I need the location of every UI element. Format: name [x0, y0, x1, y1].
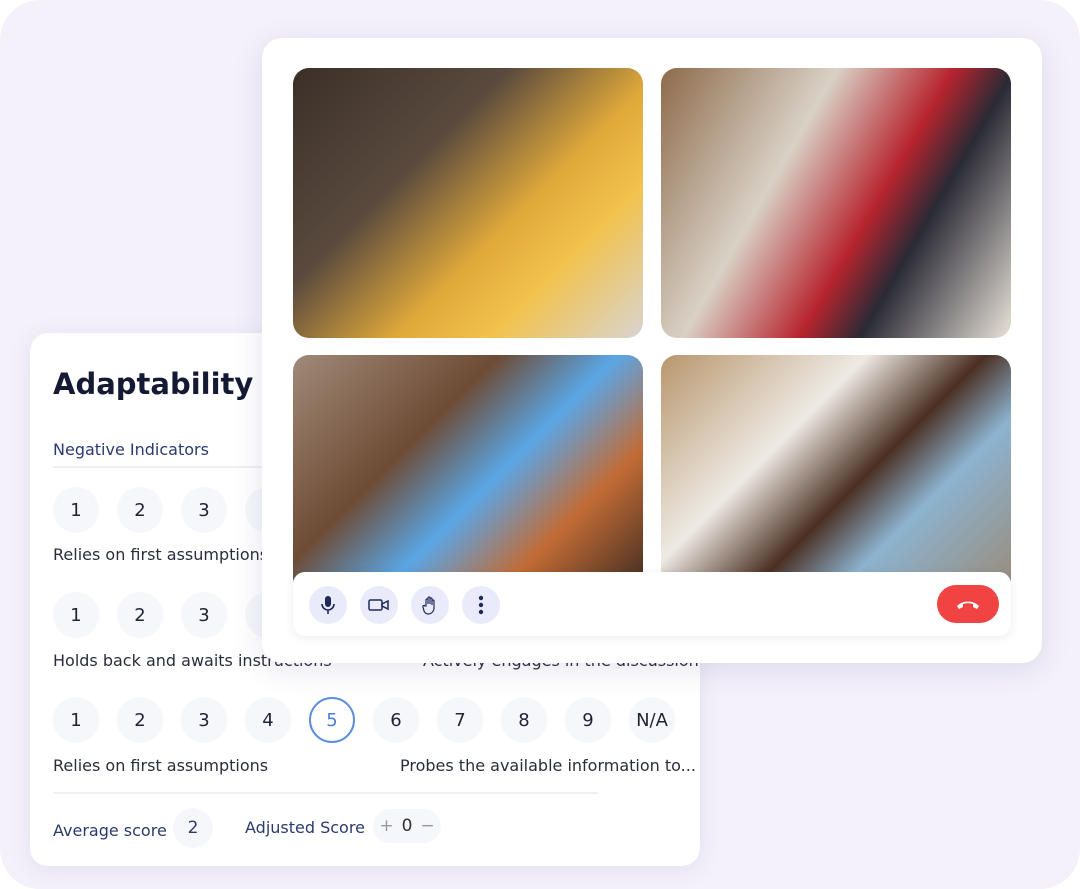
- section-label: Negative Indicators: [53, 440, 209, 459]
- row-1-negative-label: Relies on first assumptions: [53, 545, 269, 564]
- panel-title: Adaptability: [53, 367, 254, 401]
- rating-option[interactable]: 3: [181, 697, 227, 743]
- microphone-icon: [321, 596, 335, 614]
- rating-option[interactable]: 2: [117, 592, 163, 638]
- rating-option[interactable]: 2: [117, 487, 163, 533]
- rating-row-2: 1 2 3 4: [53, 592, 291, 638]
- more-options-button[interactable]: [462, 586, 500, 624]
- rating-row-3: 1 2 3 4 5 6 7 8 9 N/A: [53, 697, 675, 743]
- rating-option[interactable]: 3: [181, 592, 227, 638]
- end-call-button[interactable]: [937, 585, 999, 623]
- divider: [53, 466, 293, 468]
- participant-video-tile[interactable]: [661, 355, 1011, 595]
- rating-option[interactable]: 3: [181, 487, 227, 533]
- camera-button[interactable]: [360, 586, 398, 624]
- average-score-value: 2: [173, 808, 213, 848]
- participant-video-tile[interactable]: [293, 68, 643, 338]
- participant-video-tile[interactable]: [661, 68, 1011, 338]
- participant-video-tile[interactable]: [293, 355, 643, 595]
- raise-hand-icon: [422, 596, 435, 615]
- rating-option[interactable]: 1: [53, 487, 99, 533]
- rating-option[interactable]: 6: [373, 697, 419, 743]
- rating-option[interactable]: 2: [117, 697, 163, 743]
- video-call-window: [262, 38, 1042, 663]
- rating-option[interactable]: 1: [53, 697, 99, 743]
- rating-option[interactable]: 8: [501, 697, 547, 743]
- row-3-negative-label: Relies on first assumptions: [53, 756, 269, 775]
- microphone-button[interactable]: [309, 586, 347, 624]
- call-control-bar: [293, 572, 1011, 636]
- phone-hangup-icon: [957, 601, 979, 609]
- rating-option-selected[interactable]: 5: [309, 697, 355, 743]
- rating-option[interactable]: 4: [245, 697, 291, 743]
- adjusted-score-value: 0: [401, 816, 413, 836]
- adjusted-score-label: Adjusted Score: [245, 818, 365, 837]
- rating-option[interactable]: 9: [565, 697, 611, 743]
- average-score-label: Average score: [53, 821, 167, 840]
- rating-option[interactable]: 7: [437, 697, 483, 743]
- rating-option-na[interactable]: N/A: [629, 697, 675, 743]
- increment-button[interactable]: +: [379, 816, 393, 836]
- rating-option[interactable]: 1: [53, 592, 99, 638]
- decrement-button[interactable]: −: [420, 816, 434, 836]
- more-vertical-icon: [478, 595, 484, 615]
- raise-hand-button[interactable]: [411, 586, 449, 624]
- divider: [53, 792, 598, 794]
- rating-row-1: 1 2 3 4: [53, 487, 291, 533]
- row-3-positive-label: Probes the available information to...: [400, 756, 696, 775]
- video-camera-icon: [368, 599, 389, 611]
- adjusted-score-stepper: + 0 −: [373, 809, 441, 843]
